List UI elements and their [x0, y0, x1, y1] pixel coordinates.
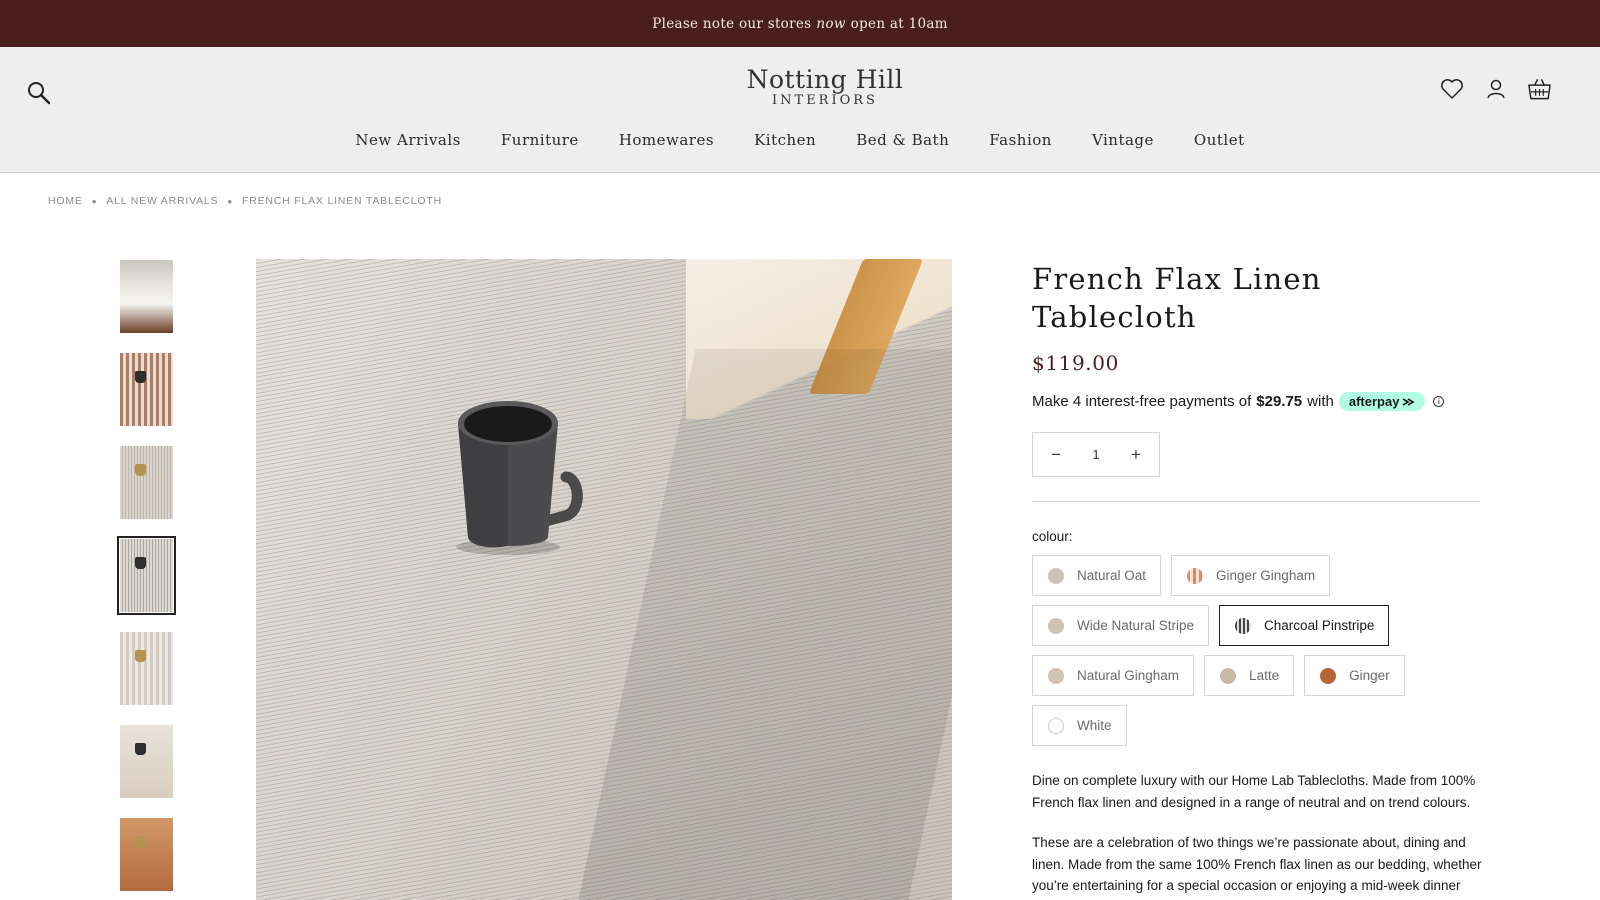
colour-swatch-dot: [1220, 667, 1237, 684]
colour-swatch-dot: [1320, 667, 1337, 684]
announcement-text-after: open at 10am: [850, 15, 948, 32]
afterpay-brand: afterpay: [1348, 394, 1400, 409]
main-product-image[interactable]: [256, 259, 952, 900]
account-icon[interactable]: [1483, 76, 1508, 102]
thumbnail-6[interactable]: [120, 725, 173, 798]
thumbnail-5[interactable]: [120, 632, 173, 705]
site-header: Notting Hill INTERIORS New Arrivals Furn…: [0, 47, 1600, 173]
colour-option-label: Ginger: [1349, 668, 1390, 683]
logo-main-text: Notting Hill: [746, 65, 904, 94]
colour-option-label: Natural Oat: [1077, 568, 1147, 583]
quantity-input[interactable]: [1081, 447, 1111, 462]
main-navigation: New Arrivals Furniture Homewares Kitchen…: [0, 131, 1600, 149]
thumbnail-gallery: [117, 260, 176, 900]
colour-swatch-dot: [1048, 717, 1064, 734]
logo-sub-text: INTERIORS: [772, 93, 878, 108]
announcement-emphasis: now: [816, 15, 846, 32]
colour-option-natural-gingham[interactable]: Natural Gingham: [1032, 655, 1195, 696]
colour-label: colour:: [1032, 529, 1073, 544]
colour-option-label: Wide Natural Stripe: [1077, 618, 1195, 633]
thumbnail-1[interactable]: [120, 260, 173, 333]
product-price: $119.00: [1032, 351, 1119, 375]
breadcrumb-home[interactable]: HOME: [48, 195, 83, 207]
colour-option-label: Natural Gingham: [1077, 668, 1180, 683]
decrease-quantity-button[interactable]: −: [1049, 445, 1063, 465]
announcement-bar: Please note our stores now open at 10am: [0, 0, 1600, 47]
colour-option-label: Charcoal Pinstripe: [1264, 618, 1375, 633]
increase-quantity-button[interactable]: +: [1129, 445, 1143, 465]
afterpay-prefix: Make 4 interest-free payments of: [1032, 393, 1252, 410]
quantity-stepper: − +: [1032, 432, 1160, 477]
afterpay-suffix: with: [1307, 393, 1334, 410]
colour-options: Natural Oat Ginger Gingham Wide Natural St…: [1032, 555, 1482, 746]
divider: [1032, 501, 1480, 502]
nav-bed-bath[interactable]: Bed & Bath: [856, 131, 949, 149]
colour-option-wide-natural-stripe[interactable]: Wide Natural Stripe: [1032, 605, 1210, 646]
colour-option-white[interactable]: White: [1032, 705, 1127, 746]
colour-swatch-dot: [1048, 617, 1064, 634]
colour-option-latte[interactable]: Latte: [1204, 655, 1295, 696]
nav-furniture[interactable]: Furniture: [501, 131, 579, 149]
nav-vintage[interactable]: Vintage: [1092, 131, 1154, 149]
heart-icon[interactable]: [1439, 76, 1464, 102]
basket-icon[interactable]: [1527, 76, 1552, 102]
afterpay-amount: $29.75: [1256, 393, 1303, 410]
nav-outlet[interactable]: Outlet: [1194, 131, 1245, 149]
nav-homewares[interactable]: Homewares: [619, 131, 714, 149]
breadcrumb-current: FRENCH FLAX LINEN TABLECLOTH: [242, 195, 442, 207]
afterpay-logo: afterpay: [1338, 392, 1426, 411]
afterpay-message: Make 4 interest-free payments of $29.75 …: [1032, 392, 1482, 411]
search-icon[interactable]: [26, 80, 52, 106]
thumbnail-7[interactable]: [120, 818, 173, 891]
info-icon[interactable]: i: [1433, 396, 1445, 407]
nav-fashion[interactable]: Fashion: [989, 131, 1052, 149]
product-description: Dine on complete luxury with our Home La…: [1032, 770, 1482, 900]
colour-option-charcoal-pinstripe[interactable]: Charcoal Pinstripe: [1219, 605, 1390, 646]
colour-option-label: White: [1077, 718, 1112, 733]
breadcrumb-separator: ●: [91, 196, 98, 206]
announcement-text-before: Please note our stores: [652, 15, 812, 32]
description-paragraph-2: These are a celebration of two things we…: [1032, 835, 1482, 900]
colour-swatch-dot: [1048, 667, 1064, 684]
colour-swatch-dot: [1187, 567, 1204, 584]
colour-option-label: Latte: [1249, 668, 1280, 683]
nav-new-arrivals[interactable]: New Arrivals: [355, 131, 461, 149]
colour-option-natural-oat[interactable]: Natural Oat: [1032, 555, 1162, 596]
breadcrumb-separator: ●: [227, 196, 233, 206]
breadcrumb-new-arrivals[interactable]: ALL NEW ARRIVALS: [106, 195, 218, 207]
header-actions: [1439, 76, 1552, 102]
thumbnail-4[interactable]: [117, 536, 176, 615]
colour-swatch-dot: [1235, 617, 1252, 634]
thumbnail-2[interactable]: [120, 353, 173, 426]
description-paragraph-1: Dine on complete luxury with our Home La…: [1032, 773, 1476, 810]
thumbnail-3[interactable]: [120, 446, 173, 519]
site-logo[interactable]: Notting Hill INTERIORS: [700, 66, 950, 108]
breadcrumb: HOME ● ALL NEW ARRIVALS ● FRENCH FLAX LI…: [48, 195, 442, 207]
nav-kitchen[interactable]: Kitchen: [754, 131, 816, 149]
colour-option-ginger-gingham[interactable]: Ginger Gingham: [1171, 555, 1331, 596]
colour-swatch-dot: [1048, 567, 1064, 584]
colour-option-label: Ginger Gingham: [1216, 568, 1316, 583]
product-title: French Flax Linen Tablecloth: [1032, 262, 1322, 334]
colour-option-ginger[interactable]: Ginger: [1304, 655, 1405, 696]
image-table-edge-shade: [576, 349, 952, 900]
mug-illustration: [456, 401, 583, 555]
product-info: French Flax Linen Tablecloth $119.00 Mak…: [1032, 259, 1482, 900]
